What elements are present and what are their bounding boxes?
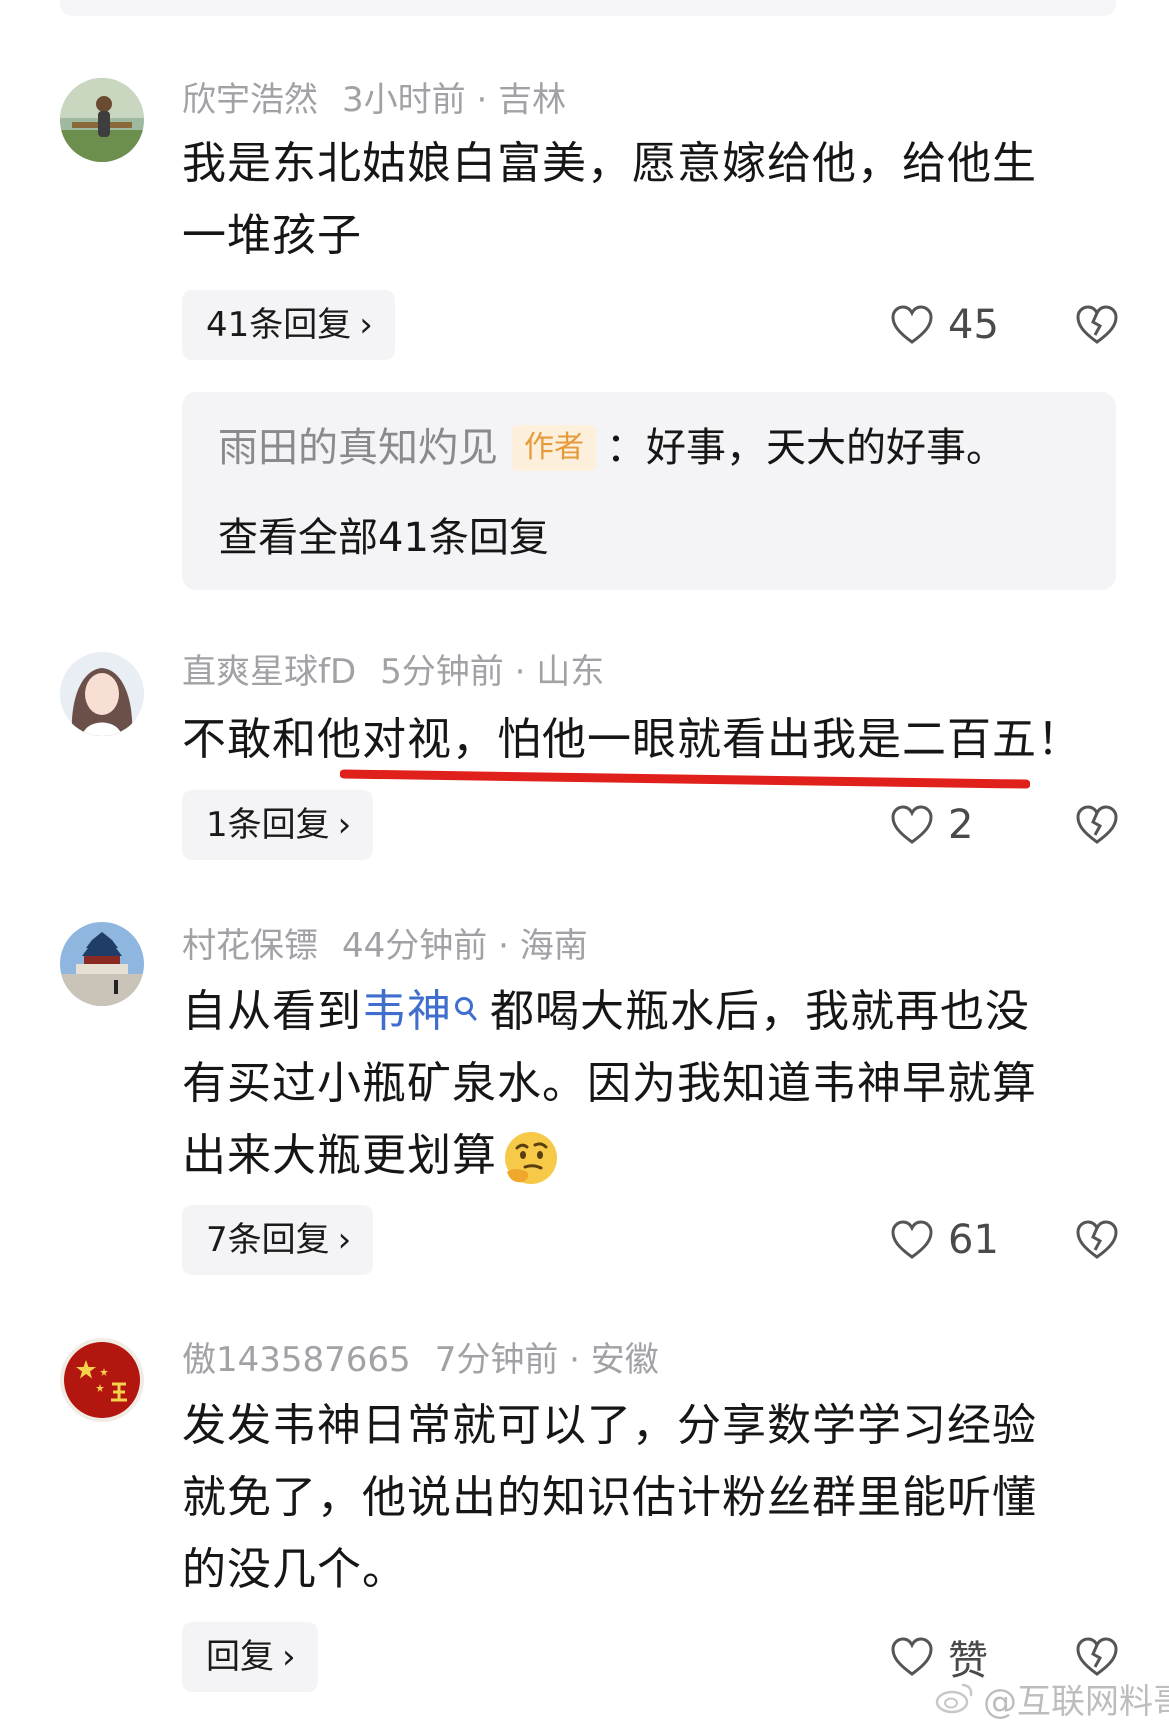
broken-heart-icon [1076,305,1118,344]
like-count: 45 [948,302,999,348]
location: 吉林 [498,80,567,120]
comment-meta: 傲143587665 7分钟前 · 安徽 [182,1340,659,1380]
timestamp: 7分钟前 [434,1340,559,1380]
heart-icon [891,1637,933,1676]
username[interactable]: 傲143587665 [182,1340,411,1380]
comment-text: 自从看到韦神 都喝大瓶水后，我就再也没 有买过小瓶矿泉水。因为我知道韦神早就算 出… [182,976,1112,1192]
separator-dot: · [476,80,488,120]
replies-button[interactable]: 7条回复 › [182,1205,374,1275]
comment-meta: 欣宇浩然 3小时前 · 吉林 [182,80,566,120]
location: 海南 [519,926,588,966]
username[interactable]: 欣宇浩然 [182,80,318,120]
avatar[interactable] [60,652,144,736]
like-button[interactable]: 2 [890,790,973,860]
replies-label: 7条回复 [206,1220,330,1260]
separator-dot: · [514,652,526,692]
author-reply-box[interactable]: 雨田的真知灼见 作者 ：好事，天大的好事。 查看全部41条回复 [182,392,1116,590]
comment-text-segment: 自从看到 [182,986,362,1037]
author-badge: 作者 [512,425,596,471]
broken-heart-icon [1076,1637,1118,1676]
search-icon[interactable] [452,976,480,1021]
like-count: 61 [948,1217,999,1263]
replies-label: 41条回复 [206,305,352,345]
replies-button[interactable]: 41条回复 › [182,290,395,360]
dislike-button[interactable] [1074,1205,1120,1275]
topic-link[interactable]: 韦神 [362,986,452,1037]
previous-card-edge [60,0,1116,16]
broken-heart-icon [1076,1220,1118,1259]
like-count: 2 [948,802,974,848]
heart-icon [891,805,933,844]
comment-text-line: 的没几个。 [182,1544,407,1595]
comment-text-line: 一堆孩子 [182,210,362,261]
avatar[interactable] [60,922,144,1006]
chevron-right-icon: › [359,305,373,345]
separator-dot: · [569,1340,580,1380]
chevron-right-icon: › [282,1637,296,1677]
comment-meta: 村花保镖 44分钟前 · 海南 [182,926,588,966]
dislike-button[interactable] [1074,290,1120,360]
reply-text: ：好事，天大的好事。 [606,425,1006,471]
red-underline-annotation [340,769,1030,789]
watermark-text: @互联网料哥 [983,1681,1169,1722]
replies-label: 1条回复 [206,805,330,845]
location: 安徽 [590,1340,659,1380]
comment-text-line: 自从看到韦神 都喝大瓶水后，我就再也没 [182,976,1112,1048]
comment-text-line: 出来大瓶更划算 [182,1120,1112,1192]
avatar[interactable] [60,78,144,162]
watermark: @互联网料哥 [935,1678,1169,1722]
comment-text-line: 就免了，他说出的知识估计粉丝群里能听懂 [182,1472,1037,1523]
comment-text-line: 发发韦神日常就可以了，分享数学学习经验 [182,1400,1037,1451]
chevron-right-icon: › [337,1220,352,1260]
avatar[interactable] [60,1338,144,1422]
broken-heart-icon [1076,805,1118,844]
heart-icon [891,305,933,344]
replies-button[interactable]: 1条回复 › [182,790,374,860]
view-all-replies-link[interactable]: 查看全部41条回复 [218,510,549,566]
separator-dot: · [498,926,509,966]
replies-label: 回复 [206,1637,274,1677]
comment-text-line: 有买过小瓶矿泉水。因为我知道韦神早就算 [182,1058,1037,1109]
like-button[interactable]: 61 [890,1205,999,1275]
comment-text: 发发韦神日常就可以了，分享数学学习经验 就免了，他说出的知识估计粉丝群里能听懂 … [182,1390,1112,1606]
timestamp: 5分钟前 [380,652,504,692]
author-reply-line: 雨田的真知灼见 作者 ：好事，天大的好事。 [218,420,1006,476]
comment-meta: 直爽星球fD 5分钟前 · 山东 [182,652,604,692]
heart-icon [891,1220,933,1259]
thinking-emoji-icon [505,1132,557,1184]
weibo-logo-icon [935,1683,973,1714]
location: 山东 [536,652,605,692]
reply-author-name[interactable]: 雨田的真知灼见 [218,425,498,471]
like-button[interactable]: 45 [890,290,999,360]
comment-text: 我是东北姑娘白富美，愿意嫁给他，给他生 一堆孩子 [182,128,1112,272]
dislike-button[interactable] [1074,790,1120,860]
replies-button[interactable]: 回复 › [182,1622,318,1692]
chevron-right-icon: › [337,805,352,845]
username[interactable]: 直爽星球fD [182,652,356,692]
timestamp: 44分钟前 [342,926,488,966]
comment-text-segment: 都喝大瓶水后，我就再也没 [490,986,1030,1037]
comment-text-segment: 出来大瓶更划算 [182,1130,497,1181]
comment-text-line: 我是东北姑娘白富美，愿意嫁给他，给他生 [182,138,1037,189]
timestamp: 3小时前 [342,80,466,120]
username[interactable]: 村花保镖 [182,926,318,966]
